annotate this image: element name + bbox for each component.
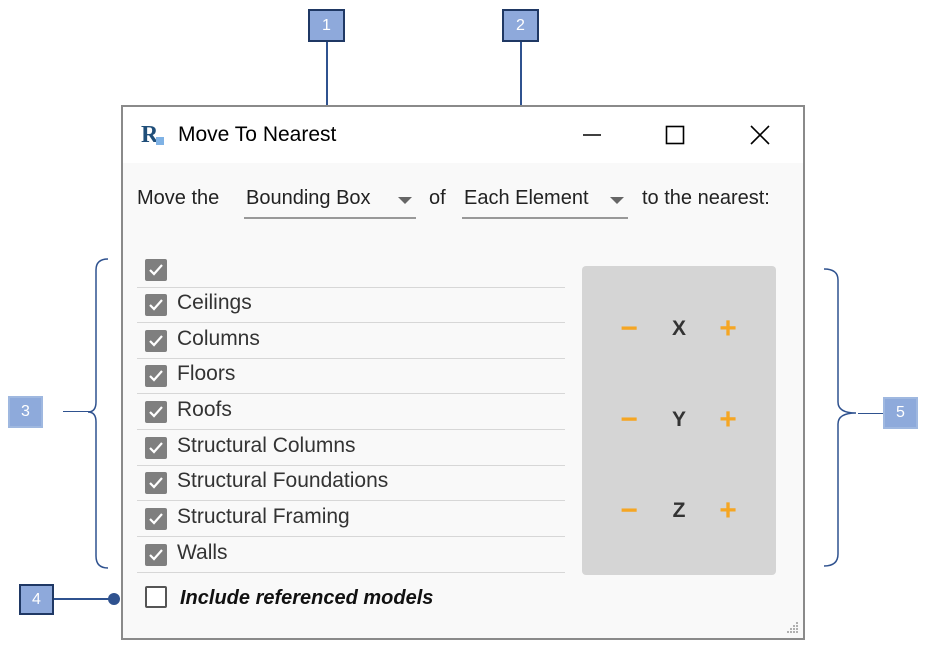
category-checkbox[interactable]: [145, 401, 167, 423]
category-label: Walls: [177, 541, 228, 564]
category-label: Roofs: [177, 398, 232, 421]
scope-dropdown-value: Each Element: [464, 187, 589, 209]
checkmark-icon: [149, 406, 163, 418]
category-label: Ceilings: [177, 291, 252, 314]
category-row-walls[interactable]: Walls: [137, 538, 565, 573]
checkmark-icon: [149, 477, 163, 489]
callout-4-leader: [54, 598, 114, 600]
x-axis-label: X: [671, 317, 686, 340]
chevron-down-icon: [610, 197, 624, 204]
include-referenced-checkbox[interactable]: [145, 586, 167, 608]
category-checkbox[interactable]: [145, 508, 167, 530]
sentence-prefix: Move the: [137, 187, 220, 209]
resize-grip-icon[interactable]: [785, 620, 799, 634]
axis-row-x: − X +: [582, 309, 776, 349]
category-row-structural-framing[interactable]: Structural Framing: [137, 502, 565, 537]
category-row-roofs[interactable]: Roofs: [137, 395, 565, 430]
revit-app-icon: R: [141, 122, 165, 148]
callout-2: 2: [502, 9, 539, 42]
checkmark-icon: [149, 299, 163, 311]
select-all-row[interactable]: [137, 253, 565, 288]
category-checkbox[interactable]: [145, 365, 167, 387]
category-row-ceilings[interactable]: Ceilings: [137, 288, 565, 323]
category-label: Columns: [177, 327, 260, 350]
checkmark-icon: [149, 370, 163, 382]
category-row-floors[interactable]: Floors: [137, 359, 565, 394]
category-label: Floors: [177, 362, 236, 385]
right-brace: [823, 268, 857, 567]
maximize-button[interactable]: [652, 115, 698, 155]
include-referenced-label: Include referenced models: [180, 587, 434, 609]
scope-dropdown[interactable]: Each Element: [462, 181, 628, 219]
category-checkbox[interactable]: [145, 330, 167, 352]
checkmark-icon: [149, 442, 163, 454]
close-icon: [750, 125, 770, 145]
move-to-nearest-dialog: R Move To Nearest Move the Bounding Box …: [121, 105, 805, 640]
minimize-icon: [583, 134, 601, 136]
category-label: Structural Framing: [177, 505, 350, 528]
category-label: Structural Foundations: [177, 469, 389, 492]
category-checkbox[interactable]: [145, 294, 167, 316]
callout-1: 1: [308, 9, 345, 42]
nudge-panel: − X + − Y + − Z +: [582, 266, 776, 575]
z-axis-label: Z: [672, 499, 686, 522]
axis-row-z: − Z +: [582, 491, 776, 531]
close-button[interactable]: [737, 115, 783, 155]
minimize-button[interactable]: [569, 115, 615, 155]
sentence-connector: of: [429, 187, 446, 209]
sentence-suffix: to the nearest:: [642, 187, 770, 209]
title-bar[interactable]: R Move To Nearest: [123, 107, 803, 163]
checkmark-icon: [149, 264, 163, 276]
category-row-columns[interactable]: Columns: [137, 324, 565, 359]
reference-dropdown-value: Bounding Box: [246, 187, 371, 209]
callout-4-dot: [108, 593, 120, 605]
category-checkbox[interactable]: [145, 544, 167, 566]
callout-4: 4: [19, 584, 54, 615]
y-minus-button[interactable]: −: [609, 400, 649, 440]
left-brace: [87, 258, 109, 569]
category-checkbox[interactable]: [145, 472, 167, 494]
axis-row-y: − Y +: [582, 400, 776, 440]
checkmark-icon: [149, 549, 163, 561]
checkmark-icon: [149, 335, 163, 347]
category-row-structural-columns[interactable]: Structural Columns: [137, 431, 565, 466]
category-label: Structural Columns: [177, 434, 356, 457]
select-all-checkbox[interactable]: [145, 259, 167, 281]
window-title: Move To Nearest: [178, 123, 337, 146]
z-minus-button[interactable]: −: [609, 491, 649, 531]
x-minus-button[interactable]: −: [609, 309, 649, 349]
maximize-icon: [665, 125, 685, 145]
chevron-down-icon: [398, 197, 412, 204]
y-axis-label: Y: [671, 408, 686, 431]
x-plus-button[interactable]: +: [708, 309, 748, 349]
callout-3: 3: [8, 396, 43, 428]
z-plus-button[interactable]: +: [708, 491, 748, 531]
callout-5: 5: [883, 397, 918, 429]
reference-dropdown[interactable]: Bounding Box: [244, 181, 416, 219]
checkmark-icon: [149, 513, 163, 525]
y-plus-button[interactable]: +: [708, 400, 748, 440]
category-row-structural-foundations[interactable]: Structural Foundations: [137, 466, 565, 501]
category-checkbox[interactable]: [145, 437, 167, 459]
